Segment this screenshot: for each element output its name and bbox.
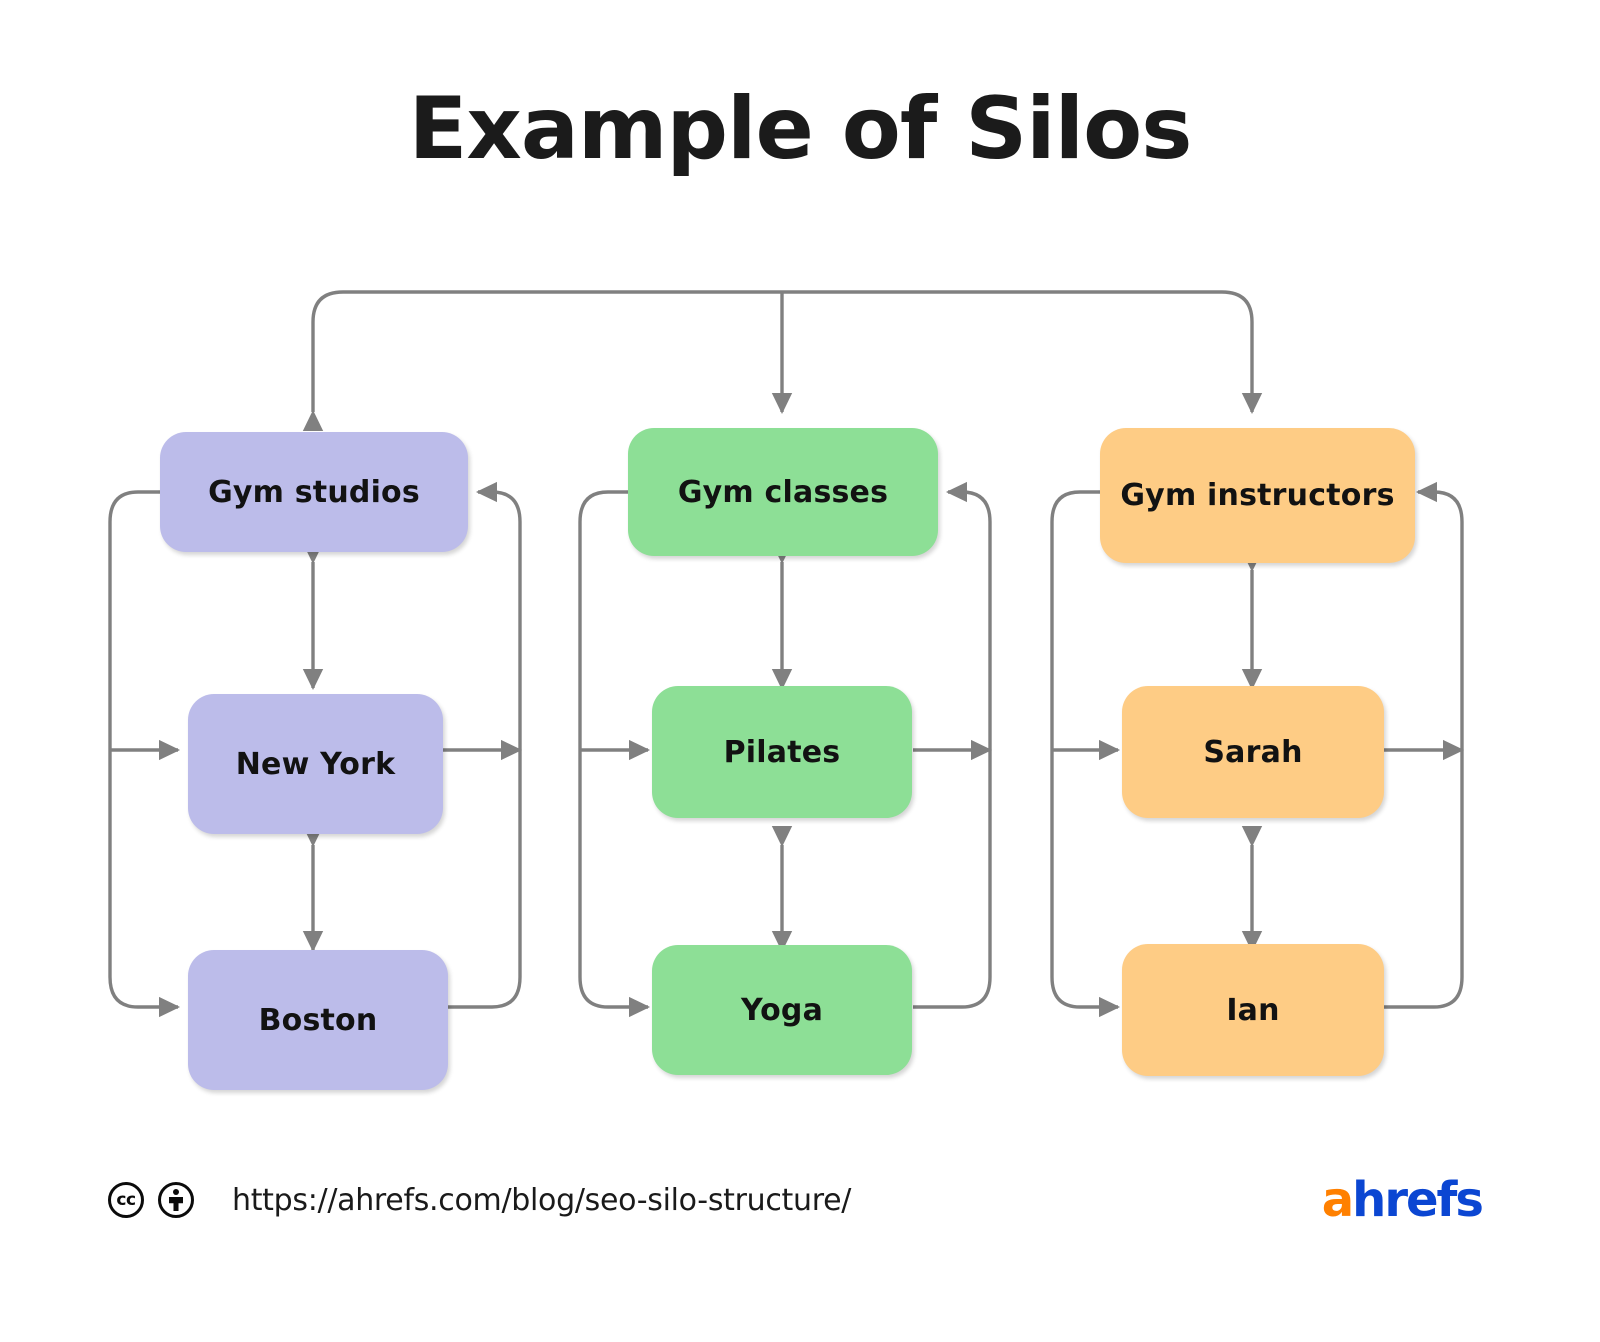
node-label: Gym studios [208,474,420,510]
source-url[interactable]: https://ahrefs.com/blog/seo-silo-structu… [232,1183,851,1218]
node-gym-studios[interactable]: Gym studios [160,432,468,552]
node-yoga[interactable]: Yoga [652,945,912,1075]
node-sarah[interactable]: Sarah [1122,686,1384,818]
node-label: Yoga [740,992,824,1028]
node-gym-classes[interactable]: Gym classes [628,428,938,556]
node-gym-instructors[interactable]: Gym instructors [1100,428,1415,563]
node-label: Ian [1226,992,1280,1028]
node-pilates[interactable]: Pilates [652,686,912,818]
node-label: Boston [258,1002,378,1038]
ahrefs-logo-hrefs: hrefs [1352,1172,1484,1228]
creative-commons-by-icon [158,1182,194,1218]
diagram-canvas: Example of Silos Gym studios New York Bo… [0,0,1600,1342]
cc-badge-label: cc [116,1189,136,1210]
node-ian[interactable]: Ian [1122,944,1384,1076]
node-label: Gym classes [677,474,889,510]
node-boston[interactable]: Boston [188,950,448,1090]
node-label: Pilates [723,734,841,770]
connector-layer [108,290,1465,1018]
ahrefs-logo[interactable]: ahrefs [1322,1176,1484,1224]
license-and-url: cc https://ahrefs.com/blog/seo-silo-stru… [108,1170,851,1230]
person-head [173,1189,179,1195]
person-body [169,1197,183,1211]
node-label: Gym instructors [1120,478,1395,513]
person-icon [169,1189,183,1211]
node-label: Sarah [1203,734,1303,770]
node-label: New York [235,746,396,782]
node-new-york[interactable]: New York [188,694,443,834]
top-distribution-bus [302,290,1263,432]
creative-commons-icon: cc [108,1182,144,1218]
ahrefs-logo-a: a [1321,1172,1354,1228]
